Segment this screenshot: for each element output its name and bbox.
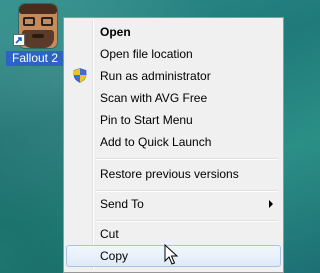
menu-item-add-to-quick-launch[interactable]: Add to Quick Launch: [66, 131, 281, 153]
menu-item-open-file-location[interactable]: Open file location: [66, 43, 281, 65]
menu-item-send-to[interactable]: Send To: [66, 193, 281, 215]
menu-item-cut[interactable]: Cut: [66, 223, 281, 245]
context-menu: Open Open file location Run as administr…: [63, 17, 284, 273]
uac-shield-icon: [73, 68, 87, 86]
mouse-pointer-icon: [164, 243, 179, 271]
menu-item-scan-avg[interactable]: Scan with AVG Free: [66, 87, 281, 109]
desktop-icon-label: Fallout 2: [6, 51, 64, 66]
chevron-right-icon: [269, 200, 273, 208]
shortcut-arrow-icon: [13, 34, 25, 46]
menu-separator: [96, 220, 278, 222]
desktop-shortcut-fallout2[interactable]: Fallout 2: [6, 2, 64, 68]
menu-separator: [96, 158, 278, 160]
menu-item-pin-to-start[interactable]: Pin to Start Menu: [66, 109, 281, 131]
menu-separator: [96, 190, 278, 192]
menu-item-open[interactable]: Open: [66, 21, 281, 43]
menu-item-run-as-administrator[interactable]: Run as administrator: [66, 65, 281, 87]
menu-item-restore-previous-versions[interactable]: Restore previous versions: [66, 163, 281, 185]
